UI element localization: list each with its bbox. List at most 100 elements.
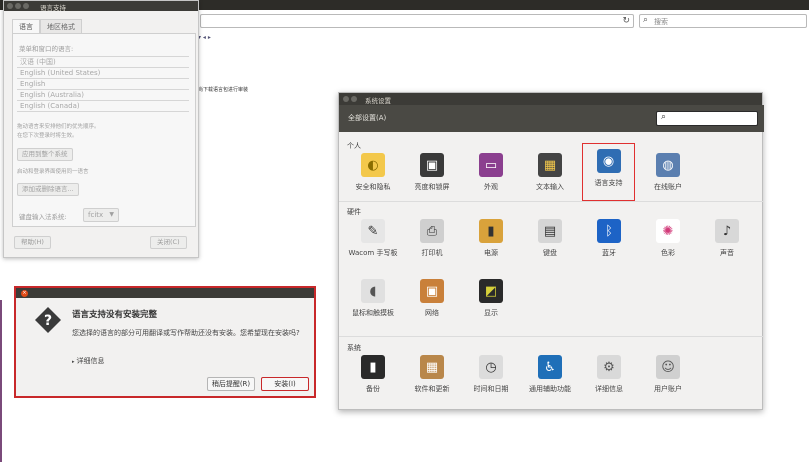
- section-system: 系统: [347, 344, 361, 352]
- list-item[interactable]: English (Australia): [17, 90, 189, 101]
- apply-system-button[interactable]: 应用到整个系统: [17, 148, 73, 161]
- divider: [339, 336, 764, 337]
- language-incomplete-dialog: × ? 语言支持没有安装完整 您选择的语言的部分可用翻译或写作帮助还没有安装。您…: [14, 286, 316, 398]
- wacom-tablet-icon: ✎: [361, 219, 385, 243]
- settings-item-label: 声音: [720, 249, 734, 257]
- settings-item-label: 网络: [425, 309, 439, 317]
- reload-icon[interactable]: ↻: [622, 16, 630, 26]
- settings-item-label: 备份: [366, 385, 380, 393]
- list-item[interactable]: 汉语 (中国): [17, 57, 189, 68]
- settings-title: 系统设置: [365, 97, 391, 105]
- section-hardware: 硬件: [347, 208, 361, 216]
- language-list[interactable]: 汉语 (中国) English (United States) English …: [17, 56, 189, 112]
- browser-search-input[interactable]: ⌕ 搜索: [639, 14, 807, 28]
- settings-item-backup[interactable]: ▮ 备份: [342, 355, 404, 394]
- settings-item-power[interactable]: ▮ 电源: [460, 219, 522, 258]
- background-page-text: 尚下载语言包进行审装: [198, 87, 249, 93]
- settings-item-display[interactable]: ◩ 显示: [460, 279, 522, 318]
- close-icon[interactable]: [343, 96, 349, 102]
- settings-item-label: 软件和更新: [414, 385, 450, 393]
- settings-title-bar: 系统设置: [339, 93, 762, 105]
- backup-icon: ▮: [361, 355, 385, 379]
- settings-item-label: 电源: [484, 249, 498, 257]
- settings-item-time-date[interactable]: ◷ 时间和日期: [460, 355, 522, 394]
- sound-icon: ♪: [715, 219, 739, 243]
- ime-select[interactable]: fcitx ▼: [83, 208, 119, 222]
- settings-item-security-privacy[interactable]: ◐ 安全和隐私: [342, 153, 404, 192]
- launcher-strip: [0, 300, 2, 462]
- settings-item-user-accounts[interactable]: ☺ 用户账户: [637, 355, 699, 394]
- settings-item-text-entry[interactable]: ▦ 文本输入: [519, 153, 581, 192]
- settings-item-online-accounts[interactable]: ◍ 在线账户: [637, 153, 699, 192]
- power-icon: ▮: [479, 219, 503, 243]
- ime-label: 键盘输入法系统:: [19, 213, 67, 221]
- alert-title-bar: ×: [16, 288, 314, 298]
- bluetooth-icon: ᛒ: [597, 219, 621, 243]
- tab-region-format[interactable]: 地区格式: [40, 19, 82, 34]
- settings-item-label: 色彩: [661, 249, 675, 257]
- close-icon[interactable]: [7, 3, 13, 9]
- settings-item-sound[interactable]: ♪ 声音: [696, 219, 758, 258]
- settings-item-label: 安全和隐私: [355, 183, 391, 191]
- list-item[interactable]: English (Canada): [17, 101, 189, 112]
- settings-item-network[interactable]: ▣ 网络: [401, 279, 463, 318]
- color-icon: ✺: [656, 219, 680, 243]
- settings-item-label: 用户账户: [654, 385, 682, 393]
- browser-toolbar-icons: ▾ ◂ ▸: [198, 34, 211, 41]
- close-icon[interactable]: ×: [21, 289, 28, 297]
- lang-panel: 菜单和窗口的语言: 汉语 (中国) English (United States…: [12, 33, 196, 227]
- url-bar[interactable]: ↻: [200, 14, 634, 28]
- user-accounts-icon: ☺: [656, 355, 680, 379]
- settings-item-brightness-lock[interactable]: ▣ 亮度和锁屏: [401, 153, 463, 192]
- alert-title: 语言支持没有安装完整: [72, 310, 158, 320]
- settings-item-details[interactable]: ⚙ 详细信息: [578, 355, 640, 394]
- settings-item-printer[interactable]: ⎙ 打印机: [401, 219, 463, 258]
- minimize-icon[interactable]: [15, 3, 21, 9]
- details-expander[interactable]: ▸ 详细信息: [72, 356, 105, 366]
- help-button[interactable]: 帮助(H): [14, 236, 51, 249]
- lang-title-bar: 语言支持: [4, 1, 198, 12]
- search-icon: ⌕: [661, 112, 667, 122]
- appearance-icon: ▭: [479, 153, 503, 177]
- display-icon: ◩: [479, 279, 503, 303]
- list-item[interactable]: English: [17, 79, 189, 90]
- details-icon: ⚙: [597, 355, 621, 379]
- remind-later-button[interactable]: 稍后提醒(R): [207, 377, 255, 391]
- list-item[interactable]: English (United States): [17, 68, 189, 79]
- add-remove-languages-button[interactable]: 添加或删除语言...: [17, 183, 79, 196]
- settings-item-appearance[interactable]: ▭ 外观: [460, 153, 522, 192]
- settings-item-software-updates[interactable]: ▦ 软件和更新: [401, 355, 463, 394]
- settings-search-input[interactable]: ⌕: [656, 111, 758, 126]
- minimize-icon[interactable]: [351, 96, 357, 102]
- effect-hint: 在您下次登录时将生效。: [17, 133, 78, 139]
- software-updates-icon: ▦: [420, 355, 444, 379]
- mouse-touchpad-icon: ◖: [361, 279, 385, 303]
- close-button[interactable]: 关闭(C): [150, 236, 187, 249]
- brightness-lock-icon: ▣: [420, 153, 444, 177]
- menu-language-label: 菜单和窗口的语言:: [19, 45, 74, 53]
- install-button[interactable]: 安装(I): [261, 377, 309, 391]
- tab-language[interactable]: 语言: [12, 19, 40, 34]
- language-support-icon: ◉: [596, 149, 621, 173]
- all-settings-button[interactable]: 全部设置(A): [348, 113, 386, 123]
- question-icon: ?: [35, 307, 61, 333]
- lang-tabs: 语言 地区格式: [12, 19, 82, 34]
- settings-item-label: 语言支持: [594, 179, 623, 187]
- divider: [339, 201, 764, 202]
- text-entry-icon: ▦: [538, 153, 562, 177]
- settings-item-mouse-touchpad[interactable]: ◖ 鼠标和触摸板: [342, 279, 404, 318]
- settings-item-bluetooth[interactable]: ᛒ 蓝牙: [578, 219, 640, 258]
- settings-item-label: 详细信息: [595, 385, 623, 393]
- settings-item-wacom-tablet[interactable]: ✎ Wacom 手写板: [342, 219, 404, 258]
- settings-toolbar: 全部设置(A) ⌕: [339, 105, 764, 132]
- maximize-icon[interactable]: [23, 3, 29, 9]
- apply-hint: 启动和登录界面使用同一语言: [17, 169, 89, 175]
- settings-item-universal-access[interactable]: ♿ 通用辅助功能: [519, 355, 581, 394]
- search-placeholder: 搜索: [654, 18, 668, 26]
- settings-item-keyboard[interactable]: ▤ 键盘: [519, 219, 581, 258]
- section-personal: 个人: [347, 142, 361, 150]
- settings-item-language-support[interactable]: ◉ 语言支持: [582, 143, 635, 201]
- chevron-down-icon: ▼: [109, 211, 114, 218]
- system-settings-window: 系统设置 全部设置(A) ⌕ 个人 ◐ 安全和隐私 ▣ 亮度和锁屏 ▭ 外观 ▦ 文本输入 ◉ 语…: [338, 92, 764, 410]
- settings-item-color[interactable]: ✺ 色彩: [637, 219, 699, 258]
